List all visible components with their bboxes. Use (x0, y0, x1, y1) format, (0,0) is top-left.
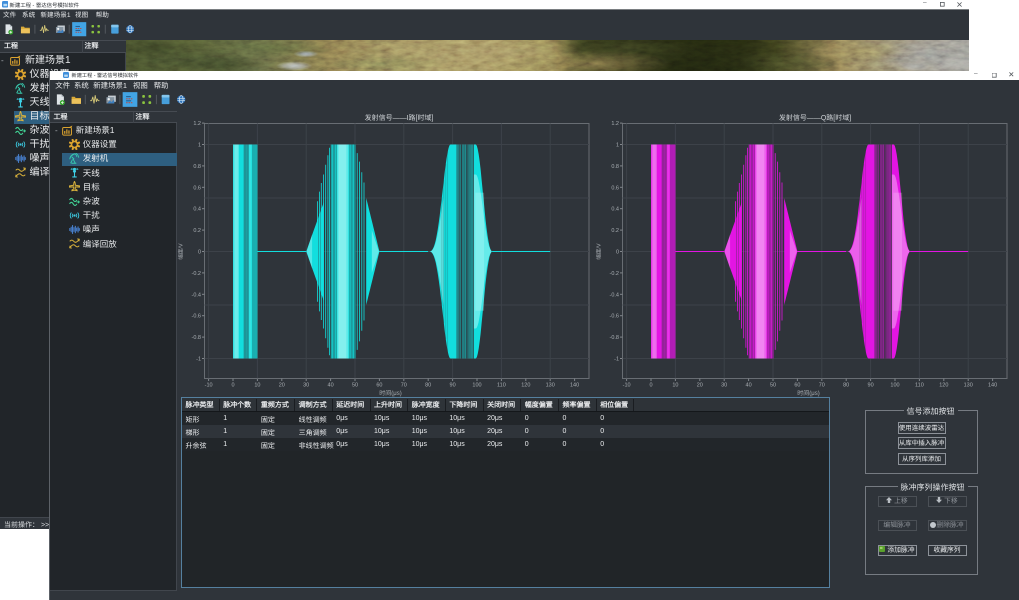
svg-text:10: 10 (254, 383, 260, 389)
svg-text:-0.2: -0.2 (610, 271, 619, 277)
svg-text:发射信号——I路[时域]: 发射信号——I路[时域] (365, 114, 434, 122)
svg-text:100: 100 (472, 383, 481, 389)
svg-text:140: 140 (570, 383, 579, 389)
svg-text:0: 0 (198, 250, 201, 256)
svg-text:0.2: 0.2 (611, 228, 619, 234)
svg-text:30: 30 (303, 383, 309, 389)
svg-text:90: 90 (868, 383, 874, 389)
svg-text:120: 120 (939, 383, 948, 389)
svg-text:140: 140 (988, 383, 997, 389)
svg-text:1.2: 1.2 (193, 121, 201, 127)
svg-text:0.4: 0.4 (193, 207, 201, 213)
svg-text:90: 90 (450, 383, 456, 389)
svg-text:130: 130 (546, 383, 555, 389)
svg-text:80: 80 (843, 383, 849, 389)
svg-text:-1: -1 (196, 357, 201, 363)
svg-text:0.4: 0.4 (611, 207, 619, 213)
svg-text:70: 70 (819, 383, 825, 389)
svg-text:-0.2: -0.2 (192, 271, 201, 277)
svg-text:40: 40 (328, 383, 334, 389)
svg-text:-0.6: -0.6 (610, 314, 619, 320)
svg-text:110: 110 (915, 383, 924, 389)
svg-text:1: 1 (198, 143, 201, 149)
svg-text:60: 60 (794, 383, 800, 389)
svg-text:20: 20 (279, 383, 285, 389)
svg-text:-1: -1 (614, 357, 619, 363)
svg-text:100: 100 (890, 383, 899, 389)
svg-text:130: 130 (964, 383, 973, 389)
svg-text:幅度/V: 幅度/V (596, 243, 603, 260)
svg-text:50: 50 (770, 383, 776, 389)
svg-text:-0.4: -0.4 (192, 292, 201, 298)
svg-text:0: 0 (616, 250, 619, 256)
svg-text:50: 50 (352, 383, 358, 389)
svg-text:0.8: 0.8 (193, 164, 201, 170)
svg-text:-0.4: -0.4 (610, 292, 619, 298)
svg-text:-0.8: -0.8 (610, 335, 619, 341)
svg-text:-0.8: -0.8 (192, 335, 201, 341)
svg-text:60: 60 (376, 383, 382, 389)
svg-text:120: 120 (521, 383, 530, 389)
svg-text:40: 40 (746, 383, 752, 389)
svg-text:0.8: 0.8 (611, 164, 619, 170)
svg-text:1: 1 (616, 143, 619, 149)
svg-text:-10: -10 (205, 383, 213, 389)
svg-text:0.2: 0.2 (193, 228, 201, 234)
svg-text:10: 10 (672, 383, 678, 389)
svg-text:110: 110 (497, 383, 506, 389)
svg-text:30: 30 (721, 383, 727, 389)
svg-text:70: 70 (401, 383, 407, 389)
svg-text:0: 0 (231, 383, 234, 389)
svg-text:0.6: 0.6 (193, 185, 201, 191)
svg-text:1.2: 1.2 (611, 121, 619, 127)
svg-text:80: 80 (425, 383, 431, 389)
svg-text:发射信号——Q路[时域]: 发射信号——Q路[时域] (779, 114, 851, 122)
svg-text:幅度/V: 幅度/V (178, 243, 185, 260)
svg-text:0: 0 (649, 383, 652, 389)
svg-text:20: 20 (697, 383, 703, 389)
svg-text:0.6: 0.6 (611, 185, 619, 191)
svg-text:-10: -10 (623, 383, 631, 389)
svg-text:-0.6: -0.6 (192, 314, 201, 320)
